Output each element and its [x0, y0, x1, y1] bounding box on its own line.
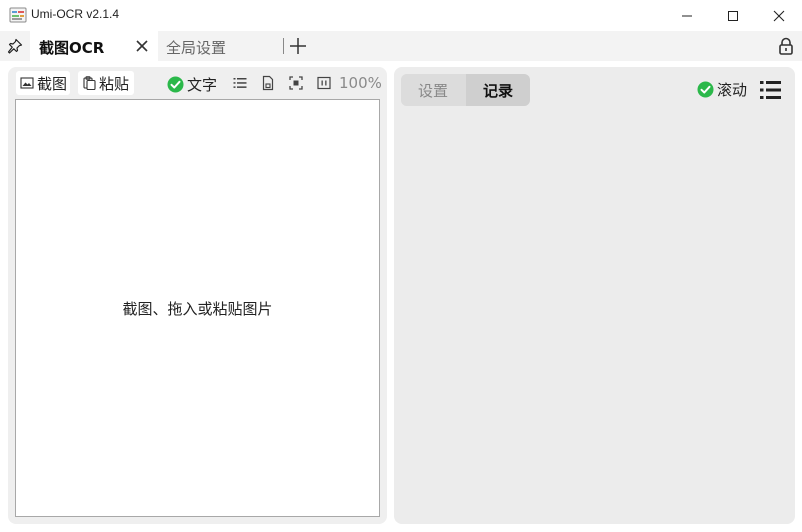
screenshot-button[interactable]: 截图	[16, 71, 70, 95]
tab-screenshot-ocr[interactable]: 截图OCR	[30, 31, 158, 61]
image-hint-text: 截图、拖入或粘贴图片	[122, 300, 273, 318]
plus-icon[interactable]	[288, 36, 308, 56]
paste-label: 粘贴	[99, 74, 130, 93]
screenshot-label: 截图	[37, 74, 68, 93]
image-icon	[20, 77, 34, 89]
pin-button[interactable]	[0, 31, 30, 61]
tab-label: 全局设置	[166, 39, 227, 57]
list-icon[interactable]	[232, 75, 248, 91]
minimize-icon	[682, 15, 692, 16]
clipboard-icon	[83, 76, 96, 91]
tab-global-settings[interactable]: 全局设置	[158, 31, 282, 61]
checkbox-checked-icon	[167, 76, 184, 93]
close-icon[interactable]	[134, 38, 150, 54]
paste-button[interactable]: 粘贴	[78, 71, 134, 95]
tab-label: 截图OCR	[39, 39, 105, 57]
lock-icon[interactable]	[776, 36, 796, 56]
file-icon[interactable]	[260, 75, 276, 91]
window-title: Umi-OCR v2.1.4	[31, 7, 120, 21]
tab-divider	[283, 38, 284, 54]
scroll-toggle-label: 滚动	[717, 81, 748, 99]
image-drop-area[interactable]: 截图、拖入或粘贴图片	[15, 99, 380, 517]
tab-records[interactable]: 记录	[466, 74, 530, 106]
zoom-level[interactable]: 100%	[339, 74, 382, 92]
title-bar: Umi-OCR v2.1.4	[0, 0, 802, 31]
panel-tab-switch: 设置 记录	[401, 74, 530, 106]
menu-icon[interactable]	[759, 79, 783, 101]
minimize-button[interactable]	[664, 0, 710, 31]
fit-screen-icon[interactable]	[288, 75, 304, 91]
checkbox-checked-icon	[697, 81, 714, 98]
app-logo-icon	[9, 7, 27, 23]
maximize-button[interactable]	[710, 0, 756, 31]
scroll-toggle[interactable]: 滚动	[697, 79, 747, 100]
pin-icon	[7, 38, 23, 54]
maximize-icon	[728, 10, 738, 21]
text-toggle-label: 文字	[187, 76, 218, 94]
results-panel: 设置 记录 滚动	[394, 67, 795, 524]
tab-settings[interactable]: 设置	[401, 74, 465, 106]
actual-size-icon[interactable]	[316, 75, 332, 91]
text-toggle[interactable]: 文字	[167, 74, 217, 95]
close-window-button[interactable]	[756, 0, 802, 31]
close-icon	[773, 10, 785, 21]
tab-bar: 截图OCR 全局设置	[0, 31, 802, 61]
screenshot-panel: 截图 粘贴 文字 100% 截图、拖入或粘贴图片	[8, 67, 387, 524]
